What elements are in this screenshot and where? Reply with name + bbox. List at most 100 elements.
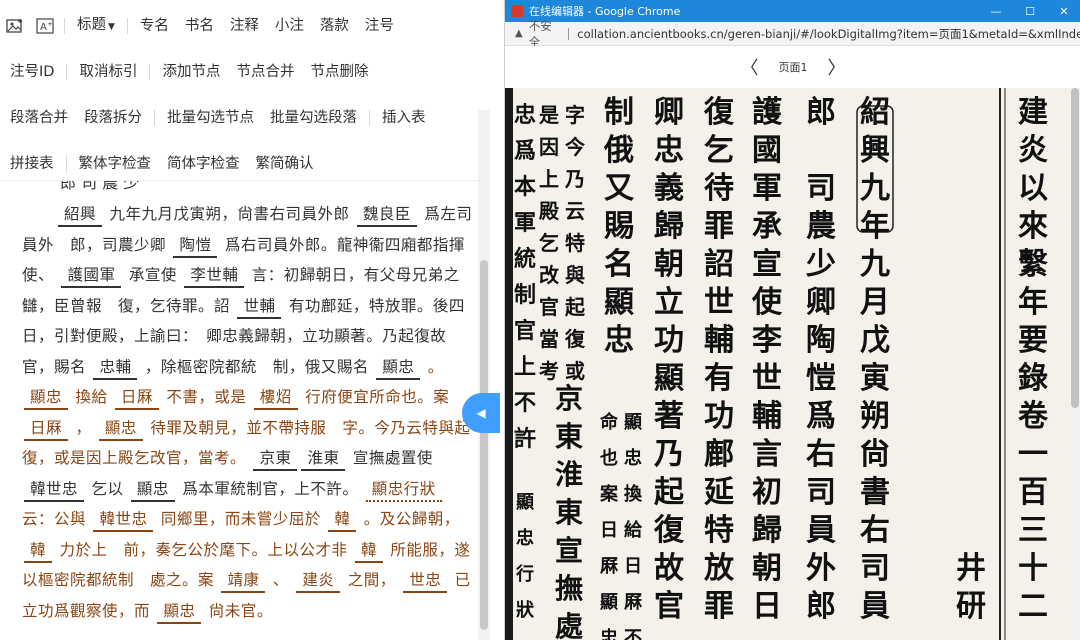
tag-place[interactable]: 淮東 bbox=[301, 447, 346, 471]
tag-book[interactable]: 顯忠行狀 bbox=[365, 478, 442, 502]
proper-name-button[interactable]: 专名 bbox=[132, 6, 177, 46]
tag-era[interactable]: 紹興 bbox=[58, 203, 103, 227]
address-bar[interactable]: ▲ 不安全 collation.ancientbooks.cn/geren-bi… bbox=[505, 19, 1080, 49]
tag-place[interactable]: 京東 bbox=[253, 447, 298, 471]
tag-person[interactable]: 顯忠 bbox=[24, 386, 69, 410]
scan-char: 戊 bbox=[860, 323, 890, 358]
tag-person[interactable]: 李世輔 bbox=[184, 264, 245, 288]
tag-era[interactable]: 建炎 bbox=[296, 569, 341, 593]
merge-node-button[interactable]: 节点合并 bbox=[228, 52, 302, 92]
next-page-icon[interactable]: 〉 bbox=[828, 54, 846, 80]
tag-person[interactable]: 韓 bbox=[24, 539, 53, 563]
scan-char: 一 bbox=[1018, 437, 1048, 472]
delete-node-button[interactable]: 节点删除 bbox=[302, 52, 376, 92]
scan-char: 九 bbox=[860, 171, 890, 206]
scan-char: 命 bbox=[600, 411, 619, 433]
scan-char: 是 bbox=[538, 103, 559, 127]
tag-person[interactable]: 顯忠 bbox=[157, 600, 202, 624]
close-icon[interactable]: ✕ bbox=[1047, 0, 1080, 22]
note-run: 、 bbox=[267, 571, 295, 589]
cancel-mark-button[interactable]: 取消标引 bbox=[71, 52, 145, 92]
chrome-titlebar[interactable]: 在线编辑器 - Google Chrome — ☐ ✕ bbox=[505, 0, 1080, 22]
join-table-button[interactable]: 拼接表 bbox=[0, 144, 62, 184]
maximize-icon[interactable]: ☐ bbox=[1013, 0, 1047, 22]
scan-char: 撫 bbox=[555, 572, 583, 605]
title-dropdown[interactable]: 标题 ▼ bbox=[69, 5, 123, 47]
scan-image: 建炎以來繫年要錄卷一百三十二井研紹興九年九月戊寅朔尙書右司員郎 司農少卿陶愷爲右… bbox=[505, 88, 1069, 640]
annotation-button[interactable]: 注释 bbox=[222, 6, 267, 46]
merge-paragraph-button[interactable]: 段落合并 bbox=[0, 98, 76, 138]
scan-char: 待 bbox=[704, 171, 734, 206]
scan-char: 朝 bbox=[654, 247, 684, 282]
prev-page-icon[interactable]: 〈 bbox=[741, 54, 759, 80]
svg-text:A: A bbox=[40, 22, 47, 33]
inscription-button[interactable]: 落款 bbox=[312, 6, 357, 46]
url-text[interactable]: collation.ancientbooks.cn/geren-bianji/#… bbox=[577, 26, 1080, 42]
tag-person[interactable]: 韓 bbox=[354, 539, 383, 563]
scan-char: 尙 bbox=[860, 437, 890, 472]
text-run: ，除樞密院都統 制，俄又賜名 bbox=[139, 357, 375, 376]
scrollbar-thumb[interactable] bbox=[480, 260, 488, 630]
tag-person[interactable]: 魏良臣 bbox=[356, 203, 417, 227]
batch-select-nodes-button[interactable]: 批量勾选节点 bbox=[159, 98, 262, 138]
tag-book[interactable]: 日厤 bbox=[24, 417, 69, 441]
tag-book[interactable]: 日厤 bbox=[114, 386, 159, 410]
tag-person[interactable]: 顯忠 bbox=[98, 417, 143, 441]
tag-person[interactable]: 韓 bbox=[328, 508, 357, 532]
scan-image-viewer[interactable]: 建炎以來繫年要錄卷一百三十二井研紹興九年九月戊寅朔尙書右司員郎 司農少卿陶愷爲右… bbox=[505, 88, 1069, 640]
scan-char: 顯 bbox=[624, 412, 642, 433]
scan-char: 國 bbox=[752, 133, 782, 168]
image-icon[interactable] bbox=[5, 17, 25, 35]
split-paragraph-button[interactable]: 段落拆分 bbox=[76, 98, 150, 138]
editor-text[interactable]: 紹興 九年九月戊寅朔，尙書右司員外郎 魏良臣 爲左司員外 郎，司農少卿 陶愷 爲… bbox=[22, 199, 474, 626]
traditional-simplified-confirm-button[interactable]: 繁简确认 bbox=[248, 144, 322, 184]
batch-select-paragraphs-button[interactable]: 批量勾选段落 bbox=[262, 98, 365, 138]
tag-person[interactable]: 韓世忠 bbox=[24, 478, 85, 502]
text-run: 九年九月戊寅朔，尙書右司員外郎 bbox=[104, 205, 355, 223]
tag-person[interactable]: 顯忠 bbox=[130, 478, 175, 502]
scan-char: 厤 bbox=[600, 556, 619, 577]
editor-content[interactable]: 郎 司 農 少 紹興 九年九月戊寅朔，尙書右司員外郎 魏良臣 爲左司員外 郎，司… bbox=[0, 180, 478, 640]
viewer-scrollbar[interactable] bbox=[1069, 88, 1080, 640]
scan-char: 不 bbox=[514, 390, 536, 416]
tag-person[interactable]: 顯忠 bbox=[376, 356, 421, 380]
scan-char: 十 bbox=[1018, 551, 1048, 586]
page-navigator: 〈 页面1 〉 bbox=[505, 46, 1080, 88]
scan-char: 乞 bbox=[539, 231, 559, 255]
text-run: 乞以 bbox=[86, 479, 129, 498]
scan-char: 義 bbox=[654, 171, 684, 206]
tag-person[interactable]: 世忠 bbox=[403, 569, 448, 593]
scan-char: 鄜 bbox=[704, 437, 734, 472]
scan-char: 忠 bbox=[624, 448, 642, 469]
book-name-button[interactable]: 书名 bbox=[177, 6, 222, 46]
tag-era[interactable]: 靖康 bbox=[221, 569, 266, 593]
toolbar-row-2: 注号ID 取消标引 添加节点 节点合并 节点删除 bbox=[0, 52, 490, 92]
scan-char: 案 bbox=[599, 483, 619, 505]
font-size-icon[interactable]: A + bbox=[35, 17, 55, 35]
tag-place[interactable]: 護國軍 bbox=[61, 264, 122, 288]
toolbar-divider bbox=[149, 64, 151, 80]
tag-person[interactable]: 樓炤 bbox=[253, 386, 298, 410]
note-run: 。 bbox=[422, 357, 444, 376]
chevron-left-icon: ◀ bbox=[476, 406, 486, 420]
tag-person[interactable]: 忠輔 bbox=[93, 356, 138, 380]
tag-person[interactable]: 陶愷 bbox=[173, 234, 218, 258]
note-number-button[interactable]: 注号 bbox=[357, 6, 402, 46]
minimize-icon[interactable]: — bbox=[979, 0, 1013, 22]
tag-person[interactable]: 韓世忠 bbox=[93, 508, 154, 532]
svg-text:+: + bbox=[47, 20, 53, 28]
scrollbar-thumb[interactable] bbox=[1071, 88, 1079, 408]
add-node-button[interactable]: 添加节点 bbox=[154, 52, 228, 92]
note-id-button[interactable]: 注号ID bbox=[0, 52, 62, 92]
scan-char: 右 bbox=[806, 437, 836, 472]
scan-char bbox=[806, 133, 836, 168]
tag-person[interactable]: 世輔 bbox=[237, 295, 282, 319]
traditional-check-button[interactable]: 繁体字检查 bbox=[71, 144, 160, 184]
collapse-panel-button[interactable]: ◀ bbox=[462, 393, 500, 433]
simplified-check-button[interactable]: 简体字检查 bbox=[159, 144, 248, 184]
scan-char: 爲 bbox=[514, 138, 536, 164]
editor-scrollbar[interactable] bbox=[478, 110, 490, 640]
small-note-button[interactable]: 小注 bbox=[267, 6, 312, 46]
title-dropdown-label: 标题 bbox=[77, 17, 106, 33]
insert-table-button[interactable]: 插入表 bbox=[374, 98, 434, 138]
